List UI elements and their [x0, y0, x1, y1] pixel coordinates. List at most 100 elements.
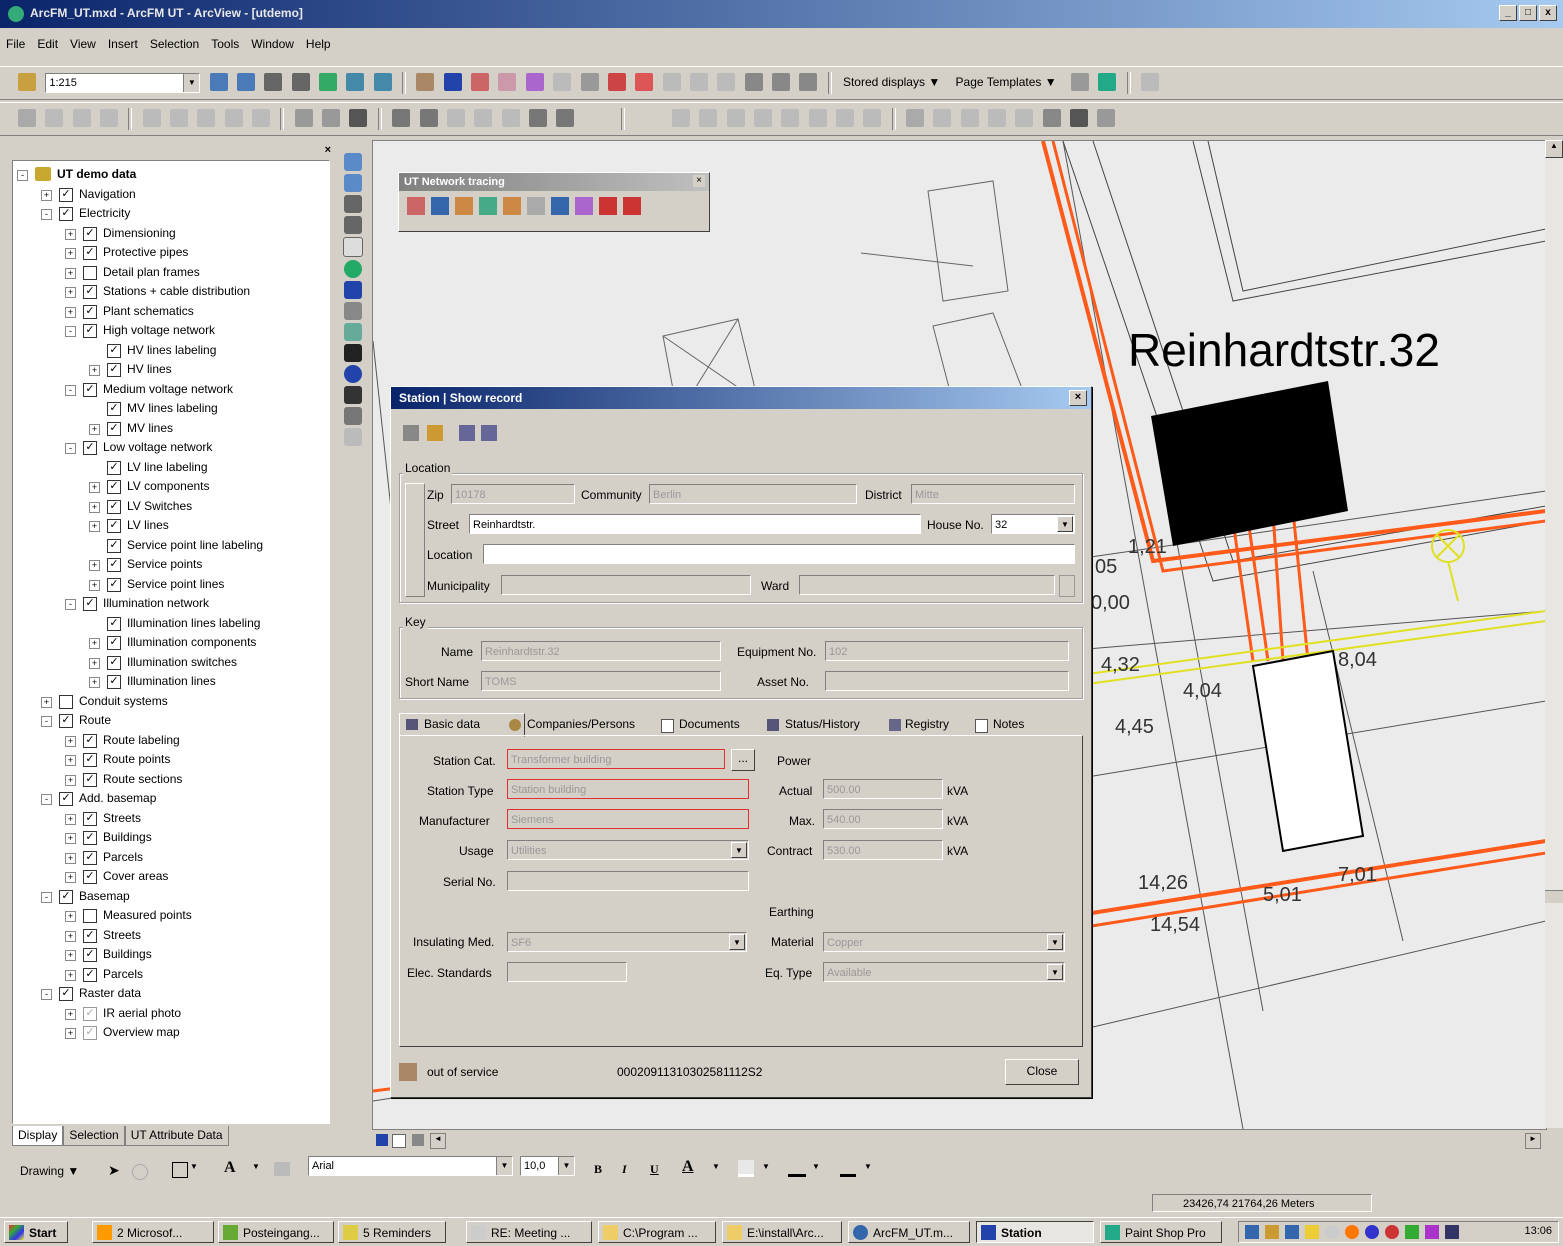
layer-checkbox[interactable]: ✓ — [83, 948, 97, 962]
layer-item[interactable]: - ✓ Raster data — [13, 984, 323, 1003]
flag-icon[interactable] — [599, 197, 617, 215]
collapse-icon[interactable]: - — [65, 443, 76, 454]
collapse-icon[interactable]: - — [41, 794, 52, 805]
layer-checkbox[interactable]: ✓ — [83, 441, 97, 455]
pen-icon[interactable] — [419, 109, 438, 127]
identify-icon[interactable] — [344, 365, 362, 383]
layer-item[interactable]: ✓ Service point line labeling — [13, 536, 323, 555]
layer-item[interactable]: + ✓ Illumination switches — [13, 653, 323, 672]
layer-checkbox[interactable]: ✓ — [107, 343, 121, 358]
trace-icon[interactable] — [551, 197, 569, 215]
collapse-icon[interactable]: - — [65, 599, 76, 610]
chevron-down-icon[interactable]: ▼ — [190, 1162, 198, 1171]
menu-edit[interactable]: Edit — [31, 34, 64, 58]
layer-checkbox[interactable]: ✓ — [83, 304, 97, 319]
expand-icon[interactable]: + — [65, 852, 76, 864]
trace-icon[interactable] — [527, 197, 545, 215]
expand-icon[interactable]: + — [89, 521, 100, 532]
expand-icon[interactable]: + — [65, 872, 76, 883]
zoom-in-icon[interactable] — [344, 153, 362, 171]
locate-icon[interactable] — [427, 425, 443, 441]
community-field[interactable]: Berlin — [649, 484, 857, 504]
collapse-icon[interactable]: - — [65, 326, 76, 337]
layer-item[interactable]: - UT demo data — [13, 165, 323, 184]
font-color-icon[interactable]: A — [682, 1158, 694, 1176]
zoom-out-icon[interactable] — [344, 174, 362, 192]
select-elements-icon[interactable]: ➤ — [108, 1162, 120, 1179]
minimize-button[interactable]: _ — [1499, 5, 1517, 21]
expand-icon[interactable]: + — [89, 638, 100, 649]
layer-item[interactable]: - ✓ Electricity — [13, 204, 323, 223]
layer-item[interactable]: - ✓ Medium voltage network — [13, 380, 323, 399]
fill-color-icon[interactable] — [738, 1160, 754, 1177]
layer-item[interactable]: + ✓ Streets — [13, 926, 323, 945]
municipality-field[interactable] — [501, 575, 751, 595]
layer-checkbox[interactable]: ✓ — [107, 577, 121, 592]
expand-icon[interactable]: + — [41, 696, 52, 708]
close-button[interactable]: x — [1539, 5, 1557, 21]
layer-item[interactable]: + ✓ Illumination components — [13, 633, 323, 652]
tool-icon[interactable] — [556, 109, 575, 127]
district-field[interactable]: Mitte — [911, 484, 1075, 504]
task-station[interactable]: Station — [976, 1221, 1094, 1243]
max-field[interactable]: 540.00 — [823, 809, 943, 829]
barrier-icon[interactable] — [623, 197, 641, 215]
menu-window[interactable]: Window — [245, 34, 300, 58]
edit-record-icon[interactable] — [459, 425, 475, 441]
rectangle-icon[interactable] — [172, 1162, 188, 1178]
trace-icon[interactable] — [431, 197, 449, 215]
contract-field[interactable]: 530.00 — [823, 840, 943, 860]
actual-field[interactable]: 500.00 — [823, 779, 943, 799]
location-field[interactable] — [483, 544, 1075, 564]
sketch-icon[interactable] — [392, 109, 411, 127]
comment-icon[interactable] — [906, 109, 924, 127]
short-name-field[interactable]: TOMS — [481, 671, 721, 691]
task-arcfm[interactable]: ArcFM_UT.m... — [848, 1221, 970, 1243]
trace-icon[interactable] — [575, 197, 593, 215]
collapse-icon[interactable]: - — [17, 170, 28, 181]
template-icon[interactable] — [1070, 73, 1089, 91]
stored-displays-menu[interactable]: Stored displays ▼ — [843, 75, 940, 89]
fixed-zoom-in-icon[interactable] — [264, 73, 283, 91]
layer-checkbox[interactable]: ✓ — [83, 285, 97, 299]
layer-checkbox[interactable]: ✓ — [107, 421, 121, 436]
scroll-left-button[interactable]: ◄ — [430, 1133, 446, 1149]
layer-item[interactable]: + ✓ Parcels — [13, 848, 323, 867]
layer-item[interactable]: + ✓ Buildings — [13, 945, 323, 964]
street-field[interactable]: Reinhardtstr. — [469, 514, 921, 534]
chevron-down-icon[interactable]: ▼ — [762, 1162, 770, 1171]
scroll-thumb[interactable] — [1545, 890, 1563, 903]
expand-icon[interactable]: + — [65, 1008, 76, 1020]
task-microsoft[interactable]: 2 Microsof... — [92, 1221, 214, 1243]
tool-icon[interactable] — [1042, 109, 1061, 127]
tray-icon[interactable] — [1285, 1225, 1299, 1239]
layer-item[interactable]: ✓ Illumination lines labeling — [13, 614, 323, 633]
identify-icon[interactable] — [416, 73, 435, 91]
expand-icon[interactable]: + — [65, 306, 76, 318]
layer-item[interactable]: + ✓ Illumination lines — [13, 672, 323, 691]
layer-checkbox[interactable] — [59, 694, 73, 709]
window-icon[interactable] — [1097, 109, 1116, 127]
layer-checkbox[interactable]: ✓ — [107, 655, 121, 670]
font-size-combo[interactable]: 10,0 ▼ — [520, 1156, 575, 1176]
trace-icon[interactable] — [479, 197, 497, 215]
elec-standards-field[interactable] — [507, 962, 627, 982]
expand-icon[interactable]: + — [41, 189, 52, 201]
layer-item[interactable]: - ✓ Illumination network — [13, 594, 323, 613]
tab-selection[interactable]: Selection — [63, 1126, 125, 1146]
find-icon[interactable] — [344, 386, 362, 404]
chevron-down-icon[interactable]: ▼ — [864, 1162, 872, 1171]
tab-registry[interactable]: Registry — [885, 715, 961, 735]
insulating-med-combo[interactable]: SF6 ▼ — [507, 932, 747, 952]
comment-icon[interactable] — [18, 109, 36, 127]
eq-type-combo[interactable]: Available ▼ — [823, 962, 1065, 982]
edit-icon[interactable] — [498, 73, 517, 91]
layer-checkbox[interactable]: ✓ — [83, 753, 97, 767]
layer-checkbox[interactable]: ✓ — [83, 850, 97, 865]
usage-combo[interactable]: Utilities ▼ — [507, 840, 749, 860]
menu-insert[interactable]: Insert — [102, 34, 144, 58]
layout-view-icon[interactable] — [392, 1134, 406, 1148]
fixed-zoom-out-icon[interactable] — [291, 73, 310, 91]
full-extent-icon[interactable] — [319, 73, 338, 91]
task-posteingang[interactable]: Posteingang... — [218, 1221, 334, 1243]
